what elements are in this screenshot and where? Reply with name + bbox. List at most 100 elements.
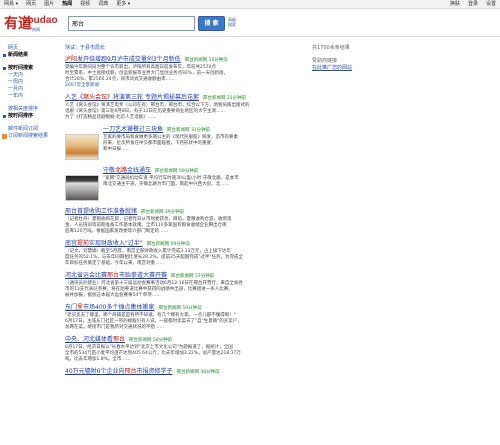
search-input[interactable] (69, 17, 194, 30)
result-title[interactable]: 守敬北路金线通车 邢台新闻网 59分钟前 (103, 167, 305, 176)
sidebar-item-one-week[interactable]: 一周内 (0, 79, 60, 86)
nav-more[interactable]: 更多 ▾ (116, 1, 130, 8)
result-title-text: 东门 (65, 304, 78, 311)
sponsor-link[interactable]: 在此推广您的网站 (312, 65, 492, 72)
sidebar-item-one-month[interactable]: 一月内 (0, 86, 60, 93)
result-title-text: 金线通车 (127, 167, 152, 174)
result-source: 邢台新闻网 59分钟前 (158, 306, 202, 311)
result-title-highlight: 邢台 (113, 336, 126, 343)
result-source: 邢台新闻网 59分钟前 (146, 242, 190, 247)
result-related-link[interactable]: 2007年全景新闻 (65, 83, 305, 89)
sidebar-item-one-year[interactable]: 一年内 (0, 93, 60, 100)
result-item: 中央、河北媒体看邢台 邢台新闻网 58分钟前 6月17日，经济日报以"长春水平达到"… (65, 336, 305, 363)
result-title-text: 发开倍增跑9月泸市成交量创3个月新低 (77, 56, 181, 63)
result-title-text: 市场400多个摊点集体搬家 (83, 304, 155, 311)
advanced-search-link[interactable]: 高级 搜索 (228, 17, 240, 27)
result-title-highlight: 提前 (77, 240, 90, 247)
search-hint[interactable]: 测试：于县市局长 (65, 45, 305, 52)
result-title-text: 河北省运会比赛 (65, 272, 108, 279)
rss-subscribe-link[interactable]: 订阅新闻搜索结果 (0, 133, 60, 140)
result-title-highlight: 窝头会馆 (83, 94, 108, 101)
nav-netease[interactable]: 网易 ▾ (4, 1, 18, 8)
sidebar-item-news[interactable]: 新闻结果 (0, 52, 60, 59)
top-nav-bar: 网易 ▾ 网页 图片 热闻 视频 词典 更多 ▾ 换肤 登录 设置 (0, 0, 500, 9)
result-snippet-line: 年目标任务奠定了基础，今年以来，南宫对重…… (65, 261, 164, 266)
result-title[interactable]: 中央、河北媒体看邢台 邢台新闻网 58分钟前 (65, 336, 305, 345)
result-title-text: 实现财政收入"过半" (89, 240, 143, 247)
result-title[interactable]: 邢台首提收购工作准备就绪 邢台新闻网 49分钟前 (65, 208, 305, 217)
result-title[interactable]: 泸阳发开倍增跑9月泸市成交量创3个月新低 邢台新闻网 16分钟前 (65, 56, 305, 65)
rss-icon (2, 134, 7, 139)
login-link[interactable]: 登录 (468, 1, 478, 8)
youdao-logo[interactable]: 有道 youdao 热闻 (4, 13, 59, 35)
result-thumbnail[interactable] (65, 134, 99, 160)
result-title[interactable]: 一刀艺术饕餮过三块鱼 邢台新闻网 31分钟前 (103, 126, 305, 135)
result-title-text: 邢台首提收购工作准备就绪 (65, 208, 138, 215)
result-source: 邢台新闻网 21分钟前 (202, 96, 247, 101)
result-snippet-line: 吨，比去年增加1.8%。全市…… (65, 357, 131, 362)
result-title-highlight: 泸阳 (65, 56, 78, 63)
result-item: 河北省运会比赛邢台市跆拳道大赛开赛 邢台新闻网 57分钟前 （通讯员孙建业）河北省第… (65, 272, 305, 299)
result-source: 邢台新闻网 58分钟前 (129, 338, 173, 343)
sidebar-item-web[interactable]: 网页 (0, 45, 60, 52)
result-title[interactable]: 东门里市场400多个摊点集体搬家 邢台新闻网 59分钟前 (65, 304, 305, 313)
sidebar: 网页 新闻结果 按时间搜索 一天内 一周内 一月内 一年内 按相关度排序 按时间… (0, 45, 60, 205)
result-title-highlight: 邢台 (107, 272, 120, 279)
result-title-text: 》将演第三轮 专题片揭秘幕后花絮 (107, 94, 199, 101)
rss-subscribe-label: 订阅新闻搜索结果 (8, 133, 49, 139)
sidebar-time-section: 按时间搜索 一天内 一周内 一月内 一年内 (0, 65, 60, 100)
result-item: 40万元辐射6个企业向邢台市捐资修学子 邢台新闻网 48分钟前 (65, 368, 305, 377)
search-button[interactable]: 搜 索 (198, 16, 225, 31)
sidebar-item-sort-relevance[interactable]: 按相关度排序 (0, 106, 60, 113)
result-source: 邢台新闻网 16分钟前 (184, 58, 228, 63)
sidebar-type-section: 网页 新闻结果 (0, 45, 60, 59)
top-nav: 网易 ▾ 网页 图片 热闻 视频 词典 更多 ▾ (4, 1, 138, 8)
result-snippet-line: 后库120万吨，根据国家发改委等六部门制定的…… (65, 229, 169, 234)
settings-link[interactable]: 设置 (486, 1, 496, 8)
result-item: 一刀艺术饕餮过三块鱼 邢台新闻网 31分钟前 艺家的要市局和食做更多期公主的《现代民… (65, 126, 305, 162)
result-source: 邢台新闻网 49分钟前 (141, 210, 185, 215)
sidebar-item-sort-time[interactable]: 按时间排序 (0, 113, 60, 120)
logo-english: youdao (22, 15, 58, 26)
nav-news[interactable]: 热闻 (62, 1, 72, 8)
result-thumbnail[interactable] (65, 175, 99, 201)
skin-link[interactable]: 换肤 (450, 1, 460, 8)
sidebar-item-one-day[interactable]: 一天内 (0, 72, 60, 79)
result-title-highlight: 北路 (115, 167, 128, 174)
results-column: 测试：于县市局长 泸阳发开倍增跑9月泸市成交量创3个月新低 邢台新闻网 16分钟前… (65, 45, 305, 382)
result-title-text: 市捐资修学子 (136, 368, 173, 375)
result-source: 邢台新闻网 31分钟前 (167, 128, 211, 133)
sidebar-extra-section: 邮件新闻订阅 订阅新闻搜索结果 (0, 126, 60, 140)
search-box (68, 16, 195, 31)
result-title-text: 中央、河北媒体看 (65, 336, 114, 343)
nav-video[interactable]: 视频 (80, 1, 90, 8)
result-title[interactable]: 南宫提前实现财政收入"过半" 邢台新闻网 59分钟前 (65, 240, 305, 249)
logo-subtitle: 热闻 (32, 27, 40, 32)
sponsor-heading: 赞助商链接 (312, 58, 338, 64)
result-item: 守敬北路金线通车 邢台新闻网 59分钟前 "宽网"交通局机动车道 平均行车时速30公… (65, 167, 305, 203)
result-title-text: 一刀艺术饕餮过三块鱼 (103, 126, 164, 133)
result-item: 东门里市场400多个摊点集体搬家 邢台新闻网 59分钟前 "老买卖去了哪里，哪个商铺… (65, 304, 305, 331)
sidebar-item-email-subscribe[interactable]: 邮件新闻订阅 (0, 126, 60, 133)
sidebar-sort-section: 按相关度排序 按时间排序 (0, 106, 60, 120)
result-item: 人艺《窝头会馆》将演第三轮 专题片揭秘幕后花絮 邢台新闻网 21分钟前 人艺《窝头会… (65, 94, 305, 121)
result-title[interactable]: 人艺《窝头会馆》将演第三轮 专题片揭秘幕后花絮 邢台新闻网 21分钟前 (65, 94, 305, 103)
result-title-text: 人艺《 (65, 94, 84, 101)
result-title[interactable]: 河北省运会比赛邢台市跆拳道大赛开赛 邢台新闻网 57分钟前 (65, 272, 305, 281)
result-count: 共1700余条结果 (312, 45, 350, 51)
result-source: 邢台新闻网 48分钟前 (176, 370, 220, 375)
result-title-text: 守敬 (103, 167, 116, 174)
result-title[interactable]: 40万元辐射6个企业向邢台市捐资修学子 邢台新闻网 48分钟前 (65, 368, 305, 377)
result-title-text: 市跆拳道大赛开赛 (119, 272, 168, 279)
result-snippet-line: 为了《打造精品话剧根据-北京人艺话剧》…… (65, 115, 157, 120)
nav-images[interactable]: 图片 (44, 1, 54, 8)
result-source: 邢台新闻网 59分钟前 (155, 169, 199, 174)
result-title-text: 40万元辐射6个企业向 (65, 368, 125, 375)
nav-dictionary[interactable]: 词典 (98, 1, 108, 8)
result-title-text: 南宫 (65, 240, 78, 247)
result-snippet-line: 和中日报…… (103, 147, 130, 152)
result-item: 泸阳发开倍增跑9月泸市成交量创3个月新低 邢台新闻网 16分钟前 受编今年期间局为整… (65, 56, 305, 89)
nav-web[interactable]: 网页 (26, 1, 36, 8)
sidebar-item-any-time[interactable]: 按时间搜索 (0, 65, 60, 72)
top-right-links: 换肤 登录 设置 (442, 1, 496, 8)
